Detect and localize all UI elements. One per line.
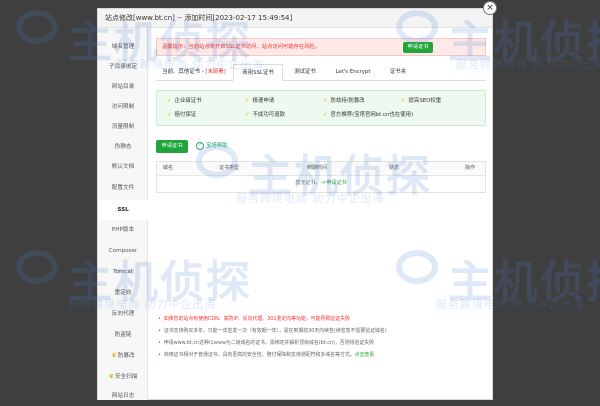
sidebar-item-rewrite[interactable]: 伪静态 bbox=[98, 137, 148, 157]
empty-apply-link[interactable]: ->申请证书 bbox=[321, 180, 347, 186]
note-item: • 如果您的站点有使用CDN、高防IP、反向代理、301重定向等功能，可能导致验证… bbox=[158, 316, 350, 322]
tab-current-cert[interactable]: 当前、其他证书 - [未部署] bbox=[156, 64, 232, 80]
col-status: 状态 bbox=[389, 165, 400, 171]
note-item: • 申请www.bt.cn这种以www为二级域名的证书，需绑定并解析顶级域名(bt… bbox=[158, 340, 375, 346]
sidebar-item-label: 安全扫描 bbox=[115, 374, 138, 380]
table-header: 域名 证书类型 到期时间 状态 操作 bbox=[157, 162, 485, 176]
col-actions: 操作 bbox=[465, 165, 476, 171]
sidebar-item-config[interactable]: 配置文件 bbox=[98, 178, 148, 198]
view-details-link[interactable]: 点击查看 bbox=[355, 352, 375, 358]
sidebar: 域名管理 子目录绑定 网站目录 访问限制 流量限制 伪静态 默认文档 配置文件 … bbox=[98, 28, 148, 400]
crown-icon: ♛ bbox=[108, 373, 114, 380]
help-label: 宝塔帮助 bbox=[206, 143, 228, 149]
bullet-icon: • bbox=[158, 316, 161, 322]
sidebar-item-ssl[interactable]: SSL bbox=[98, 200, 148, 220]
dialog-title: 站点修改[www.bt.cn] -- 添加时间[2023-02-17 15:49… bbox=[98, 9, 492, 28]
bullet-icon: • bbox=[158, 328, 161, 334]
col-expiry: 到期时间 bbox=[307, 165, 328, 171]
sidebar-item-access-limit[interactable]: 访问限制 bbox=[98, 97, 148, 117]
check-icon: ✓ bbox=[245, 98, 250, 104]
sidebar-item-hotlink[interactable]: 防盗链 bbox=[98, 325, 148, 345]
site-edit-dialog: 站点修改[www.bt.cn] -- 添加时间[2023-02-17 15:49… bbox=[97, 8, 493, 400]
warning-apply-button[interactable]: 申请证书 bbox=[403, 42, 433, 53]
check-icon: ✓ bbox=[401, 98, 406, 104]
sidebar-item-tomcat[interactable]: Tomcat bbox=[98, 262, 148, 282]
table-empty-row: 暂无证书，->申请证书 bbox=[157, 175, 485, 192]
sidebar-item-security-scan[interactable]: ♛安全扫描 bbox=[98, 367, 148, 387]
bullet-icon: • bbox=[158, 352, 161, 358]
feature-item: ✓ 赔付保证 bbox=[167, 112, 197, 118]
tab-test-cert[interactable]: 测试证书 bbox=[285, 64, 325, 80]
apply-cert-button[interactable]: 申请证书 bbox=[156, 140, 188, 153]
empty-text: 暂无证书， bbox=[295, 180, 321, 186]
note-item: • 证书支持购买多年，只能一年签发一次（有效期一年），需在到期前30天内续签(续签… bbox=[158, 328, 387, 334]
feature-list: ✓ 企业级证书 ✓ 极速申请 ✓ 防劫持/防篡改 ✓ 提高SEO权重 ✓ 赔付保证 ✓ 不成… bbox=[156, 90, 486, 126]
close-button[interactable]: × bbox=[483, 1, 497, 15]
sidebar-item-label: 防篡改 bbox=[117, 353, 135, 359]
col-domain: 域名 bbox=[163, 165, 174, 171]
sidebar-item-php[interactable]: PHP版本 bbox=[98, 220, 148, 240]
col-cert-type: 证书类型 bbox=[219, 165, 240, 171]
feature-item: ✓ 官方推荐(宝塔官网bt.cn也在使用) bbox=[323, 112, 414, 118]
sidebar-item-tamper[interactable]: ♛防篡改 bbox=[98, 346, 148, 366]
sidebar-item-reverse-proxy[interactable]: 反向代理 bbox=[98, 304, 148, 324]
check-icon: ✓ bbox=[167, 98, 172, 104]
sidebar-item-subdirectory[interactable]: 子目录绑定 bbox=[98, 57, 148, 77]
tab-cert-folder[interactable]: 证书夹 bbox=[381, 64, 415, 80]
ssl-panel: 温馨提示：当前站点未开启SSL证书访问，站点访问可能存在风险。 申请证书 当前、… bbox=[148, 28, 492, 400]
tab-commercial-ssl[interactable]: 商用SSL证书 bbox=[233, 64, 283, 81]
sidebar-item-default-doc[interactable]: 默认文档 bbox=[98, 157, 148, 177]
ssl-warning-banner: 温馨提示：当前站点未开启SSL证书访问，站点访问可能存在风险。 申请证书 bbox=[156, 38, 486, 56]
feature-item: ✓ 极速申请 bbox=[245, 98, 275, 104]
note-item: • 商用证书相对于普通证书，具有更高的安全性、赔付保障和支持通配符和多域名等方式。… bbox=[158, 352, 375, 358]
tab-status: [未部署] bbox=[205, 69, 226, 75]
cert-table: 域名 证书类型 到期时间 状态 操作 暂无证书，->申请证书 bbox=[156, 161, 486, 193]
tab-lets-encrypt[interactable]: Let's Encrypt bbox=[327, 64, 379, 80]
feature-item: ✓ 企业级证书 bbox=[167, 98, 202, 104]
sidebar-item-site-dir[interactable]: 网站目录 bbox=[98, 77, 148, 97]
sidebar-item-traffic-limit[interactable]: 流量限制 bbox=[98, 117, 148, 137]
sidebar-item-composer[interactable]: Composer bbox=[98, 241, 148, 261]
feature-item: ✓ 不成功可退款 bbox=[245, 112, 285, 118]
check-icon: ✓ bbox=[323, 98, 328, 104]
feature-item: ✓ 提高SEO权重 bbox=[401, 98, 442, 104]
help-icon: ? bbox=[196, 141, 204, 150]
sidebar-item-domains[interactable]: 域名管理 bbox=[98, 37, 148, 57]
check-icon: ✓ bbox=[245, 112, 250, 118]
check-icon: ✓ bbox=[323, 112, 328, 118]
warning-text: 温馨提示：当前站点未开启SSL证书访问，站点访问可能存在风险。 bbox=[162, 44, 320, 50]
bullet-icon: • bbox=[158, 340, 161, 346]
sidebar-item-site-log[interactable]: 网站日志 bbox=[98, 386, 148, 406]
crown-icon: ♛ bbox=[111, 352, 117, 359]
help-link[interactable]: ? 宝塔帮助 bbox=[196, 140, 228, 153]
ssl-tabs: 当前、其他证书 - [未部署] 商用SSL证书 测试证书 Let's Encry… bbox=[156, 64, 486, 81]
sidebar-item-redirect[interactable]: 重定向 bbox=[98, 283, 148, 303]
feature-item: ✓ 防劫持/防篡改 bbox=[323, 98, 365, 104]
tab-label: 当前、其他证书 - bbox=[162, 69, 206, 75]
check-icon: ✓ bbox=[167, 112, 172, 118]
